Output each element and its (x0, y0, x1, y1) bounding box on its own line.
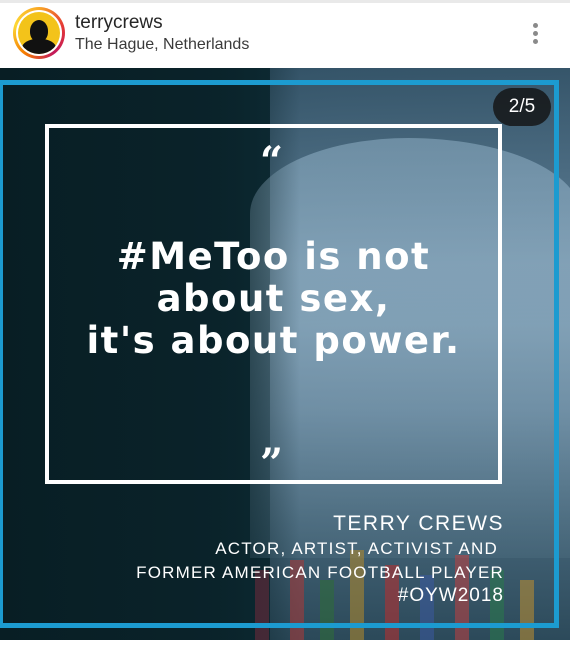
quote-text: #MeToo is not about sex, it's about powe… (47, 236, 500, 362)
more-vertical-icon[interactable] (528, 21, 544, 47)
avatar-body (22, 39, 56, 54)
quote-line: it's about power. (86, 319, 461, 362)
credit-hashtag: #OYW2018 (397, 585, 504, 606)
close-quote-mark: ” (260, 440, 284, 487)
credit-name: TERRY CREWS (333, 512, 504, 535)
more-dot (533, 23, 538, 28)
post-header: terrycrews The Hague, Netherlands (0, 3, 570, 67)
more-dot (533, 39, 538, 44)
quote-line: #MeToo is not (116, 235, 431, 278)
post-image[interactable]: “ #MeToo is not about sex, it's about po… (0, 68, 570, 640)
open-quote-mark: “ (260, 138, 284, 185)
avatar-frame (16, 10, 62, 56)
credit-role: FORMER AMERICAN FOOTBALL PLAYER (136, 563, 504, 582)
more-dot (533, 31, 538, 36)
credit-role: ACTOR, ARTIST, ACTIVIST AND (215, 539, 498, 558)
location-link[interactable]: The Hague, Netherlands (75, 36, 249, 54)
avatar-silhouette-icon (18, 12, 60, 54)
username-link[interactable]: terrycrews (75, 12, 163, 34)
carousel-page-indicator: 2/5 (493, 88, 551, 126)
quote-line: about sex, (156, 277, 391, 320)
avatar[interactable] (13, 7, 65, 59)
